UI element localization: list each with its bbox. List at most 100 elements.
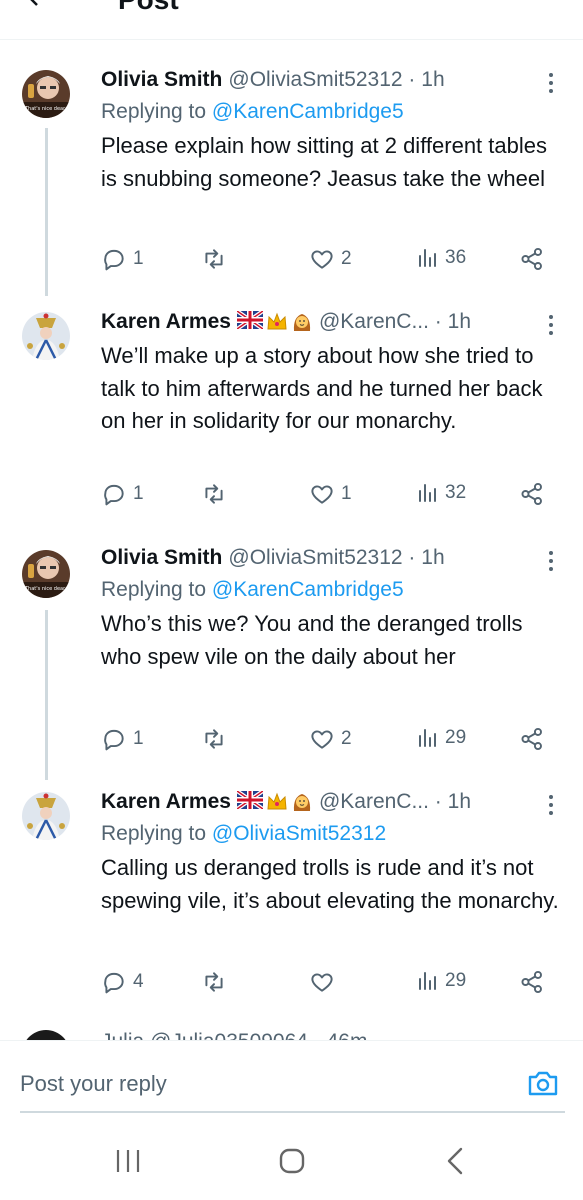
reply-button[interactable]: 1 bbox=[101, 246, 144, 272]
share-icon bbox=[521, 482, 542, 506]
views-button[interactable]: 36 bbox=[415, 246, 466, 270]
reply-icon bbox=[104, 729, 124, 751]
author-handle[interactable]: @KarenC... · 1h bbox=[319, 306, 471, 338]
avatar[interactable] bbox=[22, 312, 70, 360]
heart-icon bbox=[311, 250, 333, 269]
reply-button[interactable]: 4 bbox=[101, 969, 144, 995]
reply-count: 1 bbox=[133, 728, 144, 749]
back-icon[interactable] bbox=[444, 1146, 466, 1181]
repost-button[interactable] bbox=[201, 969, 233, 995]
replying-to-link[interactable]: @OliviaSmit52312 bbox=[212, 822, 386, 845]
crown-icon bbox=[267, 312, 287, 330]
replying-to: Replying to @OliviaSmit52312 bbox=[101, 818, 565, 850]
avatar[interactable] bbox=[22, 1030, 70, 1040]
more-options-icon[interactable] bbox=[545, 794, 557, 816]
more-options-icon[interactable] bbox=[545, 314, 557, 336]
author-handle[interactable]: @KarenC... · 1h bbox=[319, 786, 471, 818]
share-button[interactable] bbox=[519, 969, 545, 995]
author-name[interactable]: Karen Armes bbox=[101, 786, 231, 818]
views-icon bbox=[419, 484, 436, 502]
home-icon[interactable] bbox=[278, 1147, 306, 1180]
reply-button[interactable]: 1 bbox=[101, 726, 144, 752]
woman-emoji-icon bbox=[293, 314, 311, 331]
author-name[interactable]: Olivia Smith bbox=[101, 64, 222, 96]
reply-post[interactable]: That's nice dear Olivia Smith @OliviaSmi… bbox=[0, 542, 583, 782]
post-header: Olivia Smith @OliviaSmit52312 · 1h bbox=[101, 64, 565, 96]
reply-post-partial[interactable]: Julia @Julia03509064 · 46m bbox=[0, 1028, 583, 1040]
uk-flag-icon bbox=[236, 311, 263, 329]
post-text: Calling us deranged trolls is rude and i… bbox=[101, 855, 559, 913]
repost-icon bbox=[205, 249, 223, 269]
more-options-icon[interactable] bbox=[545, 72, 557, 94]
post-actions: 1 1 32 bbox=[101, 481, 561, 511]
post-text: Please explain how sitting at 2 differen… bbox=[101, 133, 547, 191]
arrow-left-icon[interactable] bbox=[26, 0, 50, 17]
avatar[interactable]: That's nice dear bbox=[22, 550, 70, 598]
repost-button[interactable] bbox=[201, 726, 233, 752]
views-button[interactable]: 32 bbox=[415, 481, 466, 505]
recent-apps-icon[interactable] bbox=[114, 1148, 142, 1179]
avatar-caption: That's nice dear bbox=[24, 586, 66, 592]
share-button[interactable] bbox=[519, 481, 545, 507]
reply-icon bbox=[104, 484, 124, 506]
more-options-icon[interactable] bbox=[545, 550, 557, 572]
views-count: 29 bbox=[445, 727, 467, 748]
views-button[interactable]: 29 bbox=[415, 726, 466, 750]
share-button[interactable] bbox=[519, 246, 545, 272]
views-count: 32 bbox=[445, 482, 467, 503]
like-button[interactable] bbox=[309, 969, 341, 995]
reply-post[interactable]: Karen Armes @KarenC... · 1h We’ll make u… bbox=[0, 306, 583, 536]
author-handle[interactable]: @OliviaSmit52312 · 1h bbox=[228, 64, 444, 96]
avatar-caption: That's nice dear bbox=[24, 106, 66, 112]
post-actions: 1 2 36 bbox=[101, 246, 561, 276]
replying-to-link[interactable]: @KarenCambridge5 bbox=[212, 100, 404, 123]
views-button[interactable]: 29 bbox=[415, 969, 466, 993]
share-button[interactable] bbox=[519, 726, 545, 752]
share-icon bbox=[521, 727, 542, 751]
author-name[interactable]: Karen Armes bbox=[101, 306, 231, 338]
post-header: Karen Armes @KarenC... · 1h bbox=[101, 786, 565, 818]
views-icon bbox=[419, 972, 436, 990]
views-icon bbox=[419, 729, 436, 747]
like-button[interactable]: 1 bbox=[309, 481, 352, 507]
share-icon bbox=[521, 247, 542, 271]
post-actions: 4 29 bbox=[101, 969, 561, 999]
repost-button[interactable] bbox=[201, 481, 233, 507]
replying-prefix: Replying to bbox=[101, 822, 212, 845]
post-header: Olivia Smith @OliviaSmit52312 · 1h bbox=[101, 542, 565, 574]
reply-count: 4 bbox=[133, 971, 144, 992]
system-navigation-bar bbox=[0, 1120, 583, 1200]
reply-count: 1 bbox=[133, 483, 144, 504]
reply-post[interactable]: Karen Armes @KarenC... · 1h Replying to … bbox=[0, 786, 583, 1026]
camera-icon[interactable] bbox=[527, 1068, 559, 1103]
reply-button[interactable]: 1 bbox=[101, 481, 144, 507]
reply-post[interactable]: That's nice dear Olivia Smith @OliviaSmi… bbox=[0, 64, 583, 304]
crown-icon bbox=[267, 792, 287, 810]
heart-icon bbox=[311, 973, 333, 992]
like-button[interactable]: 2 bbox=[309, 246, 352, 272]
repost-icon bbox=[205, 729, 223, 749]
display-name-emojis bbox=[236, 791, 313, 813]
replying-to: Replying to @KarenCambridge5 bbox=[101, 574, 565, 606]
post-actions: 1 2 29 bbox=[101, 726, 561, 756]
uk-flag-icon bbox=[236, 791, 263, 809]
reply-input-underline bbox=[20, 1111, 565, 1113]
avatar[interactable] bbox=[22, 792, 70, 840]
like-button[interactable]: 2 bbox=[309, 726, 352, 752]
like-count: 2 bbox=[341, 728, 352, 749]
replying-prefix: Replying to bbox=[101, 100, 212, 123]
replying-to-link[interactable]: @KarenCambridge5 bbox=[212, 578, 404, 601]
author-name[interactable]: Olivia Smith bbox=[101, 542, 222, 574]
repost-icon bbox=[205, 484, 223, 504]
like-count: 1 bbox=[341, 483, 352, 504]
repost-button[interactable] bbox=[201, 246, 233, 272]
author-handle[interactable]: @OliviaSmit52312 · 1h bbox=[228, 542, 444, 574]
reply-count: 1 bbox=[133, 248, 144, 269]
views-count: 29 bbox=[445, 970, 467, 991]
reply-input[interactable]: Post your reply bbox=[20, 1071, 167, 1097]
replying-to: Replying to @KarenCambridge5 bbox=[101, 96, 565, 128]
views-icon bbox=[419, 249, 436, 267]
post-header: Karen Armes @KarenC... · 1h bbox=[101, 306, 565, 338]
avatar[interactable]: That's nice dear bbox=[22, 70, 70, 118]
heart-icon bbox=[311, 485, 333, 504]
